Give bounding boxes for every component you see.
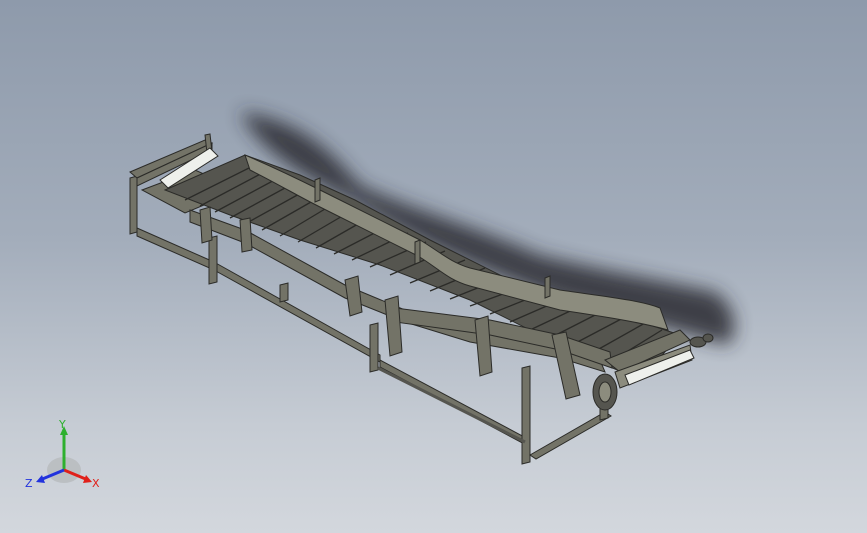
x-axis-label: X: [92, 477, 100, 490]
y-axis-label: Y: [58, 418, 66, 431]
orientation-triad[interactable]: Y X Z: [22, 418, 107, 493]
z-axis-label: Z: [25, 477, 33, 490]
belt-deck[interactable]: [163, 154, 681, 381]
graphics-viewport[interactable]: Y X Z: [0, 0, 867, 533]
conveyor-model[interactable]: [0, 0, 867, 533]
